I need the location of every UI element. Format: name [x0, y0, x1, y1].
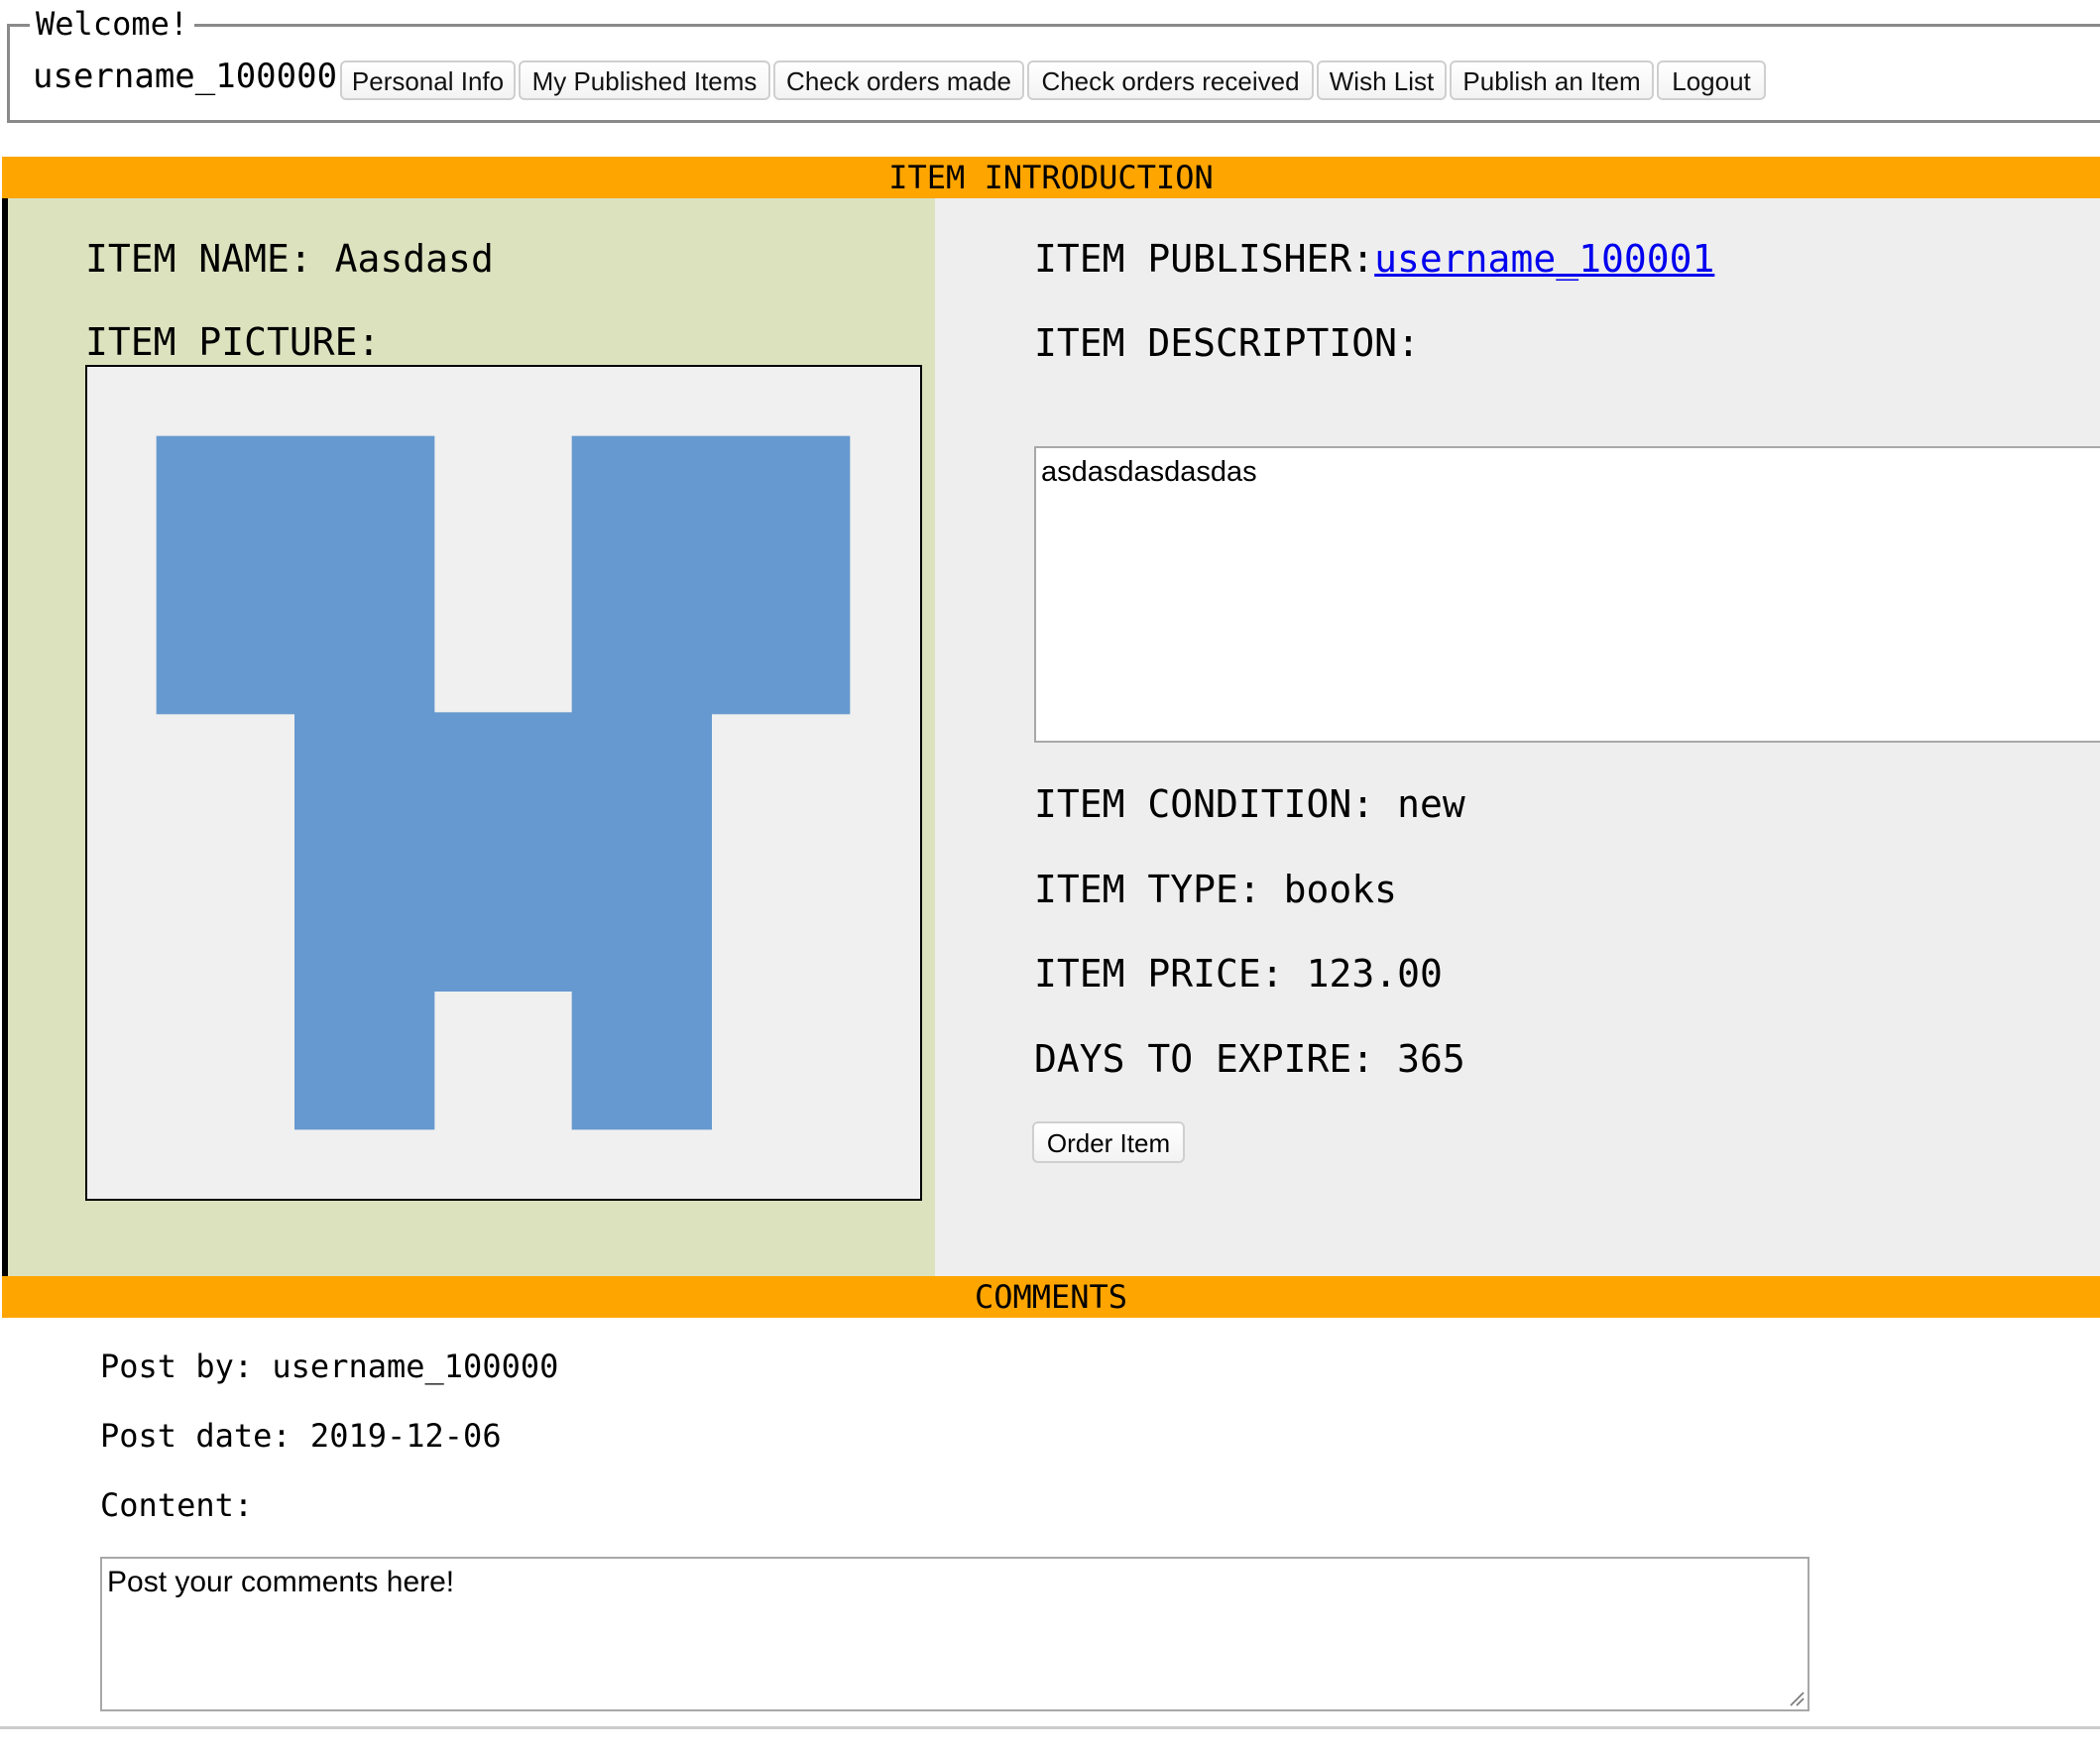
check-orders-made-button[interactable]: Check orders made [773, 60, 1024, 100]
my-published-items-button[interactable]: My Published Items [519, 60, 770, 100]
comment-content-label: Content: [100, 1486, 254, 1524]
item-type-row: ITEM TYPE: books [1034, 866, 1397, 913]
days-to-expire-label: DAYS TO EXPIRE: [1034, 1037, 1375, 1081]
current-username: username_100000 [33, 57, 338, 96]
comment-post-date-row: Post date: 2019-12-06 [100, 1416, 502, 1456]
item-condition-label: ITEM CONDITION: [1034, 782, 1375, 826]
item-type-value: books [1283, 868, 1398, 911]
item-condition-row: ITEM CONDITION: new [1034, 780, 1465, 828]
item-introduction-header: ITEM INTRODUCTION [2, 157, 2100, 198]
item-description-label: ITEM DESCRIPTION: [1034, 321, 1420, 365]
comment-post-date-label: Post date: [100, 1417, 292, 1455]
identicon-block [571, 435, 851, 715]
item-picture [85, 365, 922, 1201]
item-description-box[interactable]: asdasdasdasdas [1034, 446, 2100, 743]
item-publisher-label: ITEM PUBLISHER: [1034, 237, 1375, 281]
order-item-button[interactable]: Order Item [1032, 1121, 1185, 1163]
comments-header: COMMENTS [2, 1276, 2100, 1318]
item-publisher-row: ITEM PUBLISHER:username_100001 [1034, 235, 1714, 283]
check-orders-received-button[interactable]: Check orders received [1027, 60, 1314, 100]
item-name-row: ITEM NAME: Aasdasd [85, 235, 494, 283]
publish-item-button[interactable]: Publish an Item [1450, 60, 1654, 100]
comment-post-date-value: 2019-12-06 [309, 1417, 502, 1455]
comment-post-by-label: Post by: [100, 1348, 254, 1385]
comment-post-by-row: Post by: username_100000 [100, 1347, 558, 1386]
item-name-value: Aasdasd [334, 237, 494, 281]
item-condition-value: new [1397, 782, 1465, 826]
comment-post-by-value: username_100000 [272, 1348, 559, 1385]
item-name-label: ITEM NAME: [85, 237, 312, 281]
item-price-row: ITEM PRICE: 123.00 [1034, 950, 1443, 997]
comment-input[interactable]: Post your comments here! [100, 1557, 1809, 1711]
welcome-legend: Welcome! [30, 4, 195, 44]
identicon-block [294, 989, 435, 1130]
logout-button[interactable]: Logout [1657, 60, 1766, 100]
identicon-image [156, 435, 851, 1130]
item-picture-label: ITEM PICTURE: [85, 320, 381, 364]
days-to-expire-row: DAYS TO EXPIRE: 365 [1034, 1035, 1465, 1083]
comment-input-placeholder: Post your comments here! [107, 1566, 455, 1598]
item-price-value: 123.00 [1306, 952, 1443, 996]
wish-list-button[interactable]: Wish List [1317, 60, 1447, 100]
identicon-block [156, 435, 435, 715]
item-type-label: ITEM TYPE: [1034, 868, 1261, 911]
resize-handle-icon[interactable] [1787, 1689, 1805, 1706]
bottom-divider [0, 1726, 2100, 1729]
item-publisher-link[interactable]: username_100001 [1374, 237, 1714, 281]
personal-info-button[interactable]: Personal Info [340, 60, 516, 100]
days-to-expire-value: 365 [1397, 1037, 1465, 1081]
identicon-block [294, 712, 712, 992]
identicon-block [571, 989, 712, 1130]
item-price-label: ITEM PRICE: [1034, 952, 1284, 996]
